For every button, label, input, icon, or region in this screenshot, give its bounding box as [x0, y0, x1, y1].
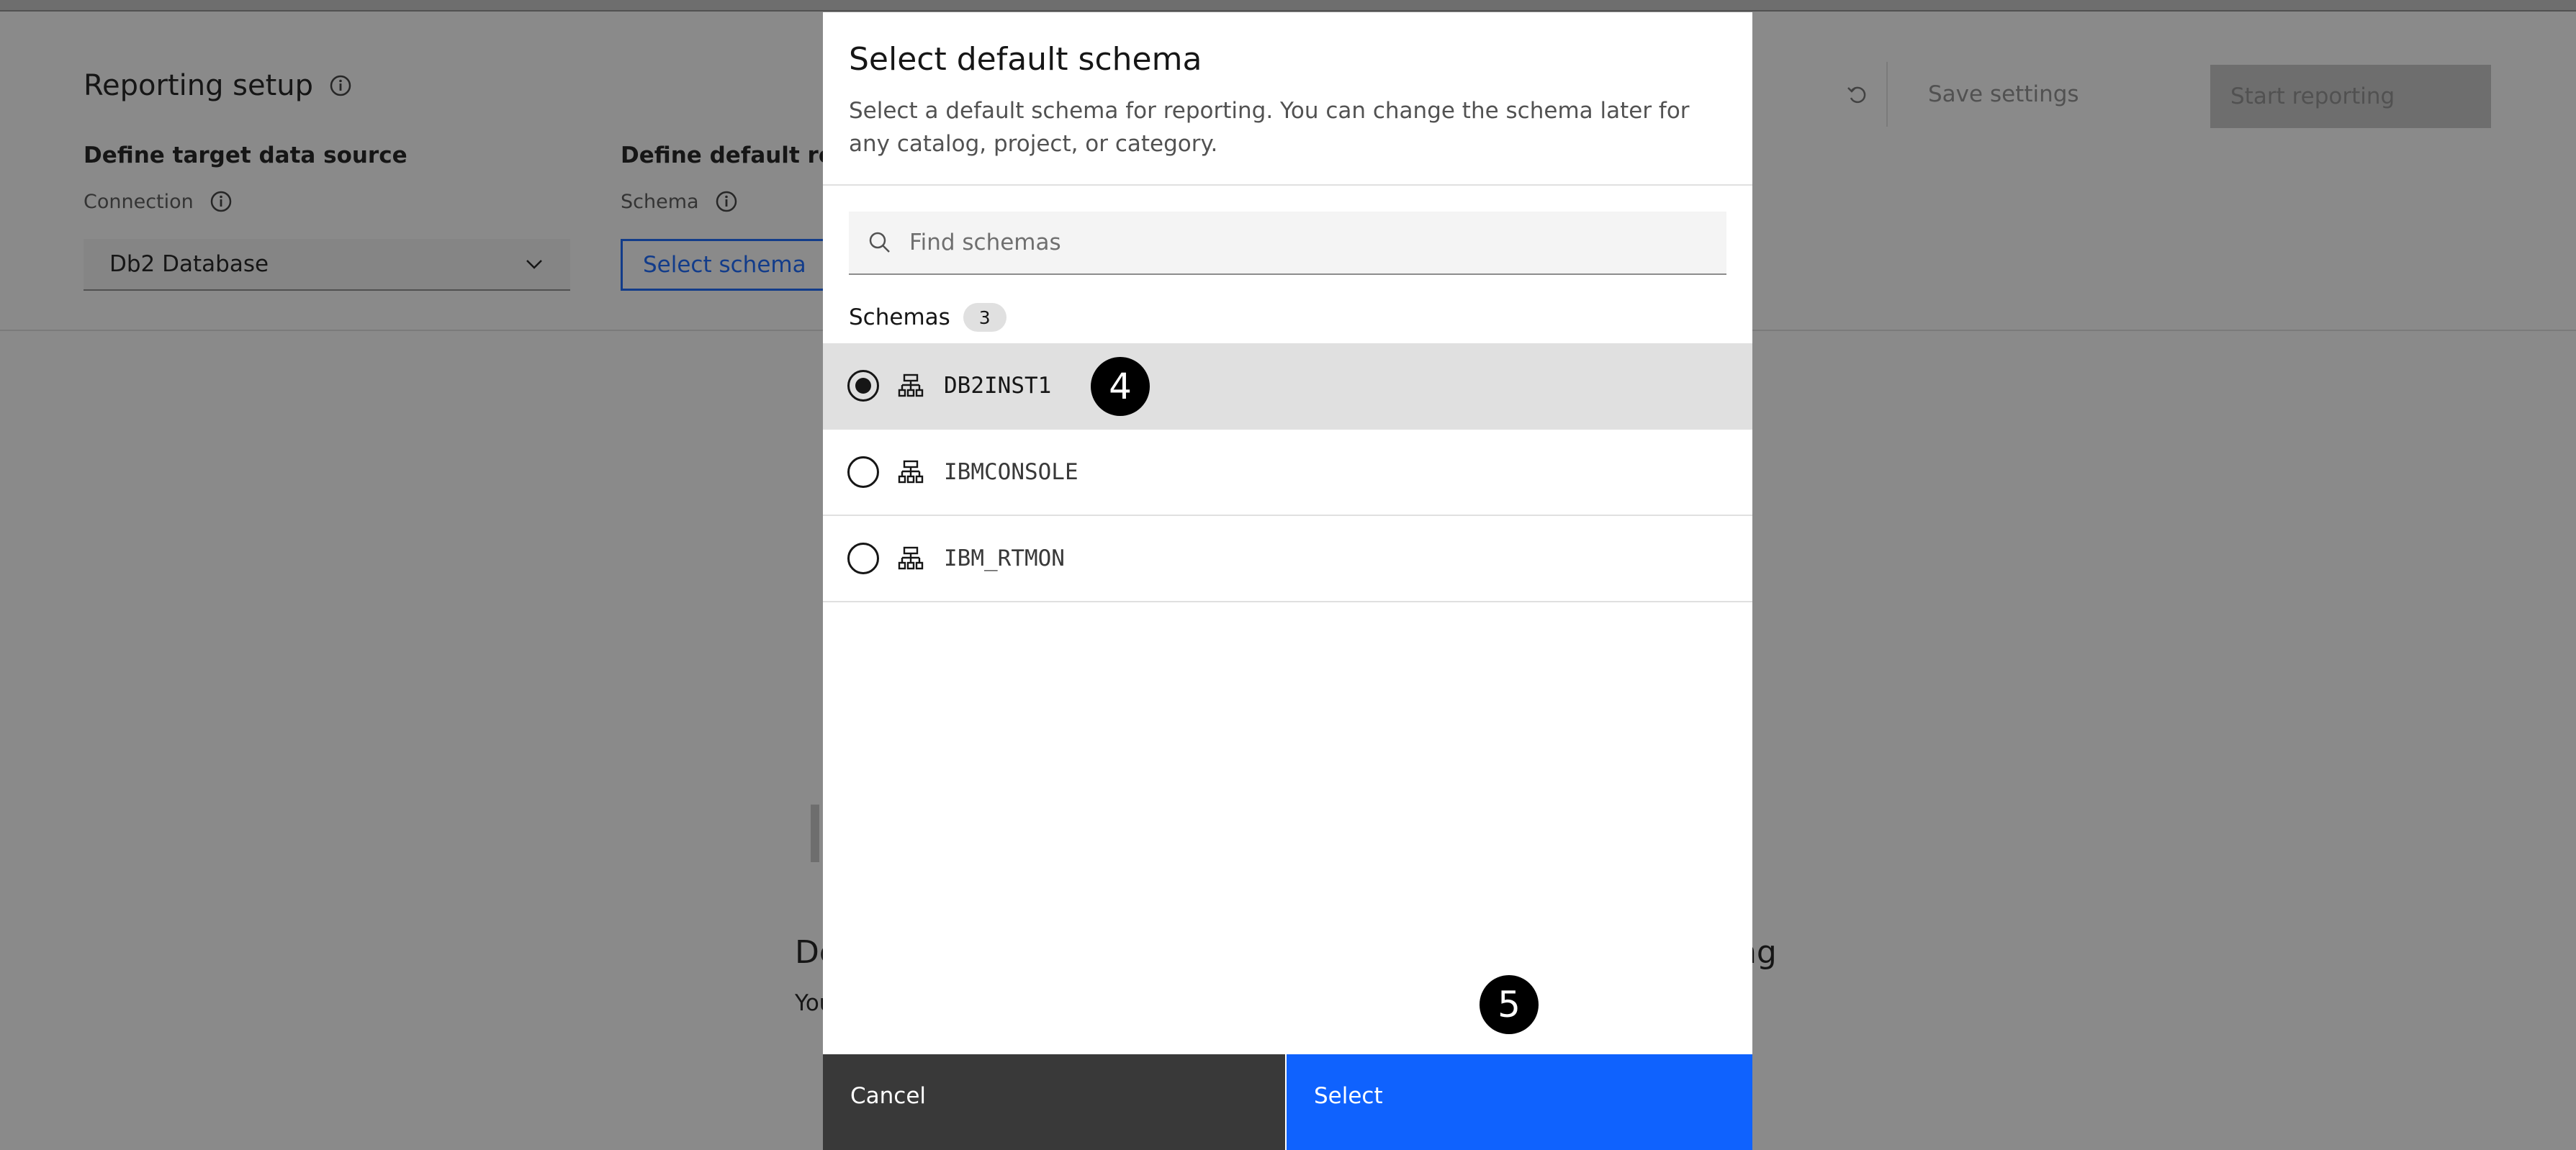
modal-title: Select default schema [849, 41, 1202, 78]
search-icon [869, 232, 890, 253]
select-button[interactable]: Select [1287, 1054, 1752, 1150]
schema-radio[interactable] [847, 456, 879, 488]
schema-row-db2inst1[interactable]: DB2INST1 4 [823, 343, 1752, 430]
schema-row-ibmconsole[interactable]: IBMCONSOLE [823, 430, 1752, 516]
schema-name: DB2INST1 [944, 373, 1052, 399]
schema-hierarchy-icon [898, 373, 924, 397]
schemas-list-header: Schemas 3 [849, 303, 1006, 332]
modal-divider [823, 184, 1752, 186]
schema-radio[interactable] [847, 370, 879, 402]
cancel-button[interactable]: Cancel [823, 1054, 1285, 1150]
schemas-label: Schemas [849, 304, 950, 330]
schema-name: IBM_RTMON [944, 545, 1065, 571]
modal-footer: Cancel Select [823, 1054, 1752, 1150]
radio-selected-dot [855, 378, 871, 394]
schema-list: DB2INST1 4 IBMCONSOLE IBM_RTMON [823, 343, 1752, 602]
schema-row-ibm-rtmon[interactable]: IBM_RTMON [823, 516, 1752, 602]
schemas-count-badge: 3 [963, 303, 1006, 332]
schema-search[interactable] [849, 212, 1726, 275]
schema-radio[interactable] [847, 543, 879, 574]
select-schema-modal: Select default schema Select a default s… [823, 12, 1752, 1150]
step-marker-5: 5 [1480, 975, 1539, 1034]
schema-hierarchy-icon [898, 460, 924, 484]
step-marker-4: 4 [1091, 357, 1150, 416]
modal-description: Select a default schema for reporting. Y… [849, 98, 1690, 157]
schema-name: IBMCONSOLE [944, 459, 1078, 485]
schema-search-input[interactable] [909, 230, 1701, 255]
schema-hierarchy-icon [898, 546, 924, 570]
